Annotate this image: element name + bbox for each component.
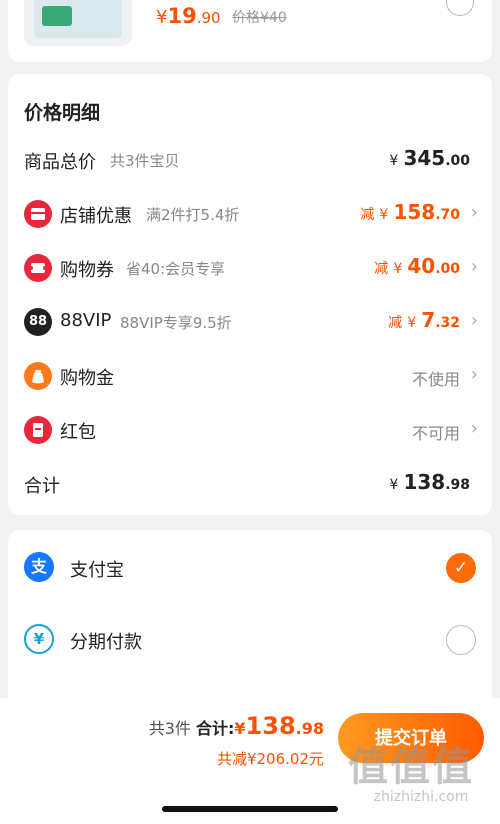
- amount-dec: .98: [445, 477, 470, 493]
- chevron-right-icon: ›: [470, 310, 478, 331]
- payment-option-label: 分期付款: [70, 632, 142, 653]
- payment-option-alipay[interactable]: 支 支付宝 ✓: [8, 542, 492, 592]
- installment-icon: ¥: [24, 624, 54, 654]
- voucher-value: 减 ¥ 40.00: [374, 254, 460, 278]
- order-total: 共3件 合计:¥138.98: [149, 712, 324, 740]
- shopping-gold-row[interactable]: 购物金 不使用 ›: [8, 356, 492, 396]
- store-coupon-icon: [24, 200, 52, 228]
- minus-label: 减: [388, 315, 403, 331]
- payment-card: 支 支付宝 ✓ ¥ 分期付款: [8, 530, 492, 710]
- amount-dec: .70: [435, 207, 460, 223]
- payment-option-label: 支付宝: [70, 560, 124, 581]
- currency: ¥: [407, 315, 417, 331]
- row-name: 88VIP: [60, 310, 112, 331]
- red-envelope-icon: [24, 416, 52, 444]
- amount-int: 345: [403, 146, 446, 170]
- price-currency: ¥: [156, 7, 168, 28]
- product-thumbnail[interactable]: [24, 0, 132, 46]
- amount-dec: .00: [435, 261, 460, 277]
- row-desc: 共3件宝贝: [110, 152, 180, 170]
- currency: ¥: [234, 719, 246, 738]
- subtotal-row: 合计 ¥ 138.98: [8, 464, 492, 504]
- price-int: 19: [167, 4, 197, 28]
- row-desc: 88VIP专享9.5折: [120, 314, 232, 332]
- ticket-icon: [24, 254, 52, 282]
- amount-dec: .00: [445, 153, 470, 169]
- row-desc: 满2件打5.4折: [146, 206, 240, 224]
- chevron-right-icon: ›: [470, 418, 478, 439]
- total-dec: .98: [295, 719, 324, 738]
- alipay-icon: 支: [24, 552, 54, 582]
- minus-label: 减: [360, 207, 375, 223]
- row-name: 购物金: [60, 368, 114, 389]
- watermark-logo: 值值值: [348, 744, 474, 790]
- watermark-site: zhizhizhi.com: [373, 789, 469, 805]
- home-indicator[interactable]: [162, 806, 338, 812]
- shop-discount-row[interactable]: 店铺优惠 满2件打5.4折 减 ¥ 158.70 ›: [8, 194, 492, 234]
- red-envelope-status: 不可用: [411, 424, 460, 443]
- amount-int: 7: [421, 308, 436, 332]
- shopping-gold-status: 不使用: [411, 370, 460, 389]
- payment-radio[interactable]: [446, 625, 476, 655]
- subtotal-value: ¥ 138.98: [389, 470, 470, 494]
- 88vip-icon: 88: [24, 308, 52, 336]
- row-name: 合计: [24, 476, 60, 497]
- amount-int: 40: [407, 254, 436, 278]
- price-dec: .90: [196, 9, 221, 27]
- amount-int: 138: [403, 470, 446, 494]
- shop-discount-value: 减 ¥ 158.70: [360, 200, 460, 224]
- minus-label: 减: [374, 261, 389, 277]
- chevron-right-icon: ›: [470, 256, 478, 277]
- row-name: 商品总价: [24, 152, 96, 173]
- row-name: 店铺优惠: [60, 206, 132, 227]
- row-name: 红包: [60, 422, 96, 443]
- original-price: 价格¥40: [232, 10, 287, 26]
- chevron-right-icon: ›: [470, 202, 478, 223]
- payment-option-installment[interactable]: ¥ 分期付款: [8, 614, 492, 664]
- product-price: ¥19.90: [156, 4, 221, 28]
- product-card: ¥19.90 价格¥40: [8, 0, 492, 62]
- product-image: [34, 0, 122, 38]
- watermark: 值值值 zhizhizhi.com: [348, 745, 494, 817]
- checkmark-icon[interactable]: ✓: [446, 553, 476, 583]
- row-desc: 省40:会员专享: [126, 260, 226, 278]
- vip-value: 减 ¥ 7.32: [388, 308, 460, 332]
- red-envelope-row[interactable]: 红包 不可用 ›: [8, 410, 492, 450]
- item-count: 共3件: [148, 719, 191, 738]
- amount-int: 158: [393, 200, 436, 224]
- row-name: 购物券: [60, 260, 114, 281]
- goods-total-value: ¥ 345.00: [389, 146, 470, 170]
- chevron-right-icon: ›: [470, 364, 478, 385]
- total-label: 合计:: [196, 719, 235, 738]
- product-select-radio[interactable]: [446, 0, 474, 16]
- goods-total-row: 商品总价 共3件宝贝 ¥ 345.00: [8, 140, 492, 180]
- currency: ¥: [379, 207, 389, 223]
- currency: ¥: [389, 477, 399, 493]
- voucher-row[interactable]: 购物券 省40:会员专享 减 ¥ 40.00 ›: [8, 248, 492, 288]
- currency: ¥: [389, 153, 399, 169]
- currency: ¥: [393, 261, 403, 277]
- amount-dec: .32: [435, 315, 460, 331]
- saved-amount: 共减¥206.02元: [216, 750, 324, 768]
- total-int: 138: [245, 712, 296, 740]
- price-detail-title: 价格明细: [24, 102, 101, 124]
- gold-bag-icon: [24, 362, 52, 390]
- price-detail-card: 价格明细 商品总价 共3件宝贝 ¥ 345.00 店铺优惠 满2件打5.4折 减…: [8, 74, 492, 515]
- vip-row[interactable]: 88 88VIP 88VIP专享9.5折 减 ¥ 7.32 ›: [8, 302, 492, 342]
